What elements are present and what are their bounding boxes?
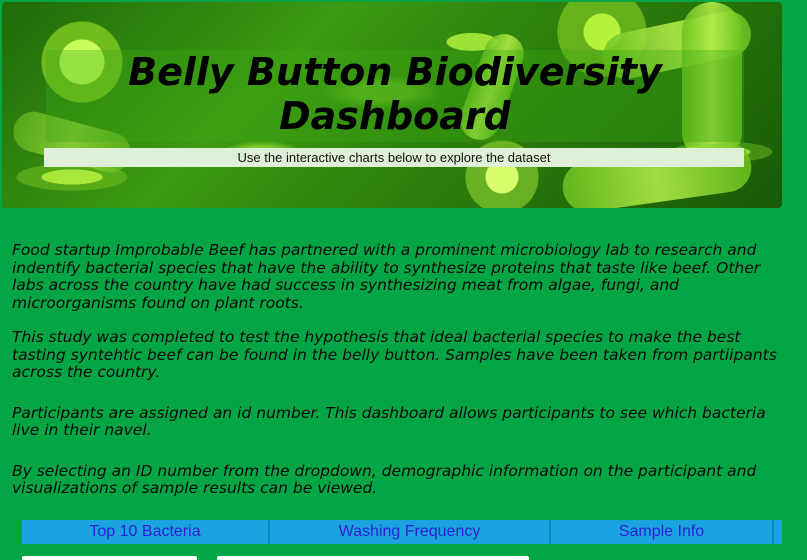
tab-washing-frequency[interactable]: Washing Frequency [270, 520, 551, 544]
chart-tab-bar: Top 10 Bacteria Washing Frequency Sample… [22, 520, 782, 544]
page-subtitle: Use the interactive charts below to expl… [44, 148, 744, 167]
page-title: Belly Button Biodiversity Dashboard [128, 50, 662, 138]
dropdown-panel[interactable] [22, 556, 197, 560]
tab-sample-info[interactable]: Sample Info [551, 520, 774, 544]
intro-paragraph: By selecting an ID number from the dropd… [12, 461, 757, 497]
intro-text: Food startup Improbable Beef has partner… [12, 241, 782, 498]
tab-top-10-bacteria[interactable]: Top 10 Bacteria [22, 520, 270, 544]
intro-paragraph: This study was completed to test the hyp… [12, 328, 777, 381]
chart-panel [217, 556, 529, 560]
intro-paragraph: Food startup Improbable Beef has partner… [12, 241, 761, 312]
intro-paragraph: Participants are assigned an id number. … [12, 403, 766, 439]
header-banner: Belly Button Biodiversity Dashboard Use … [2, 2, 782, 208]
